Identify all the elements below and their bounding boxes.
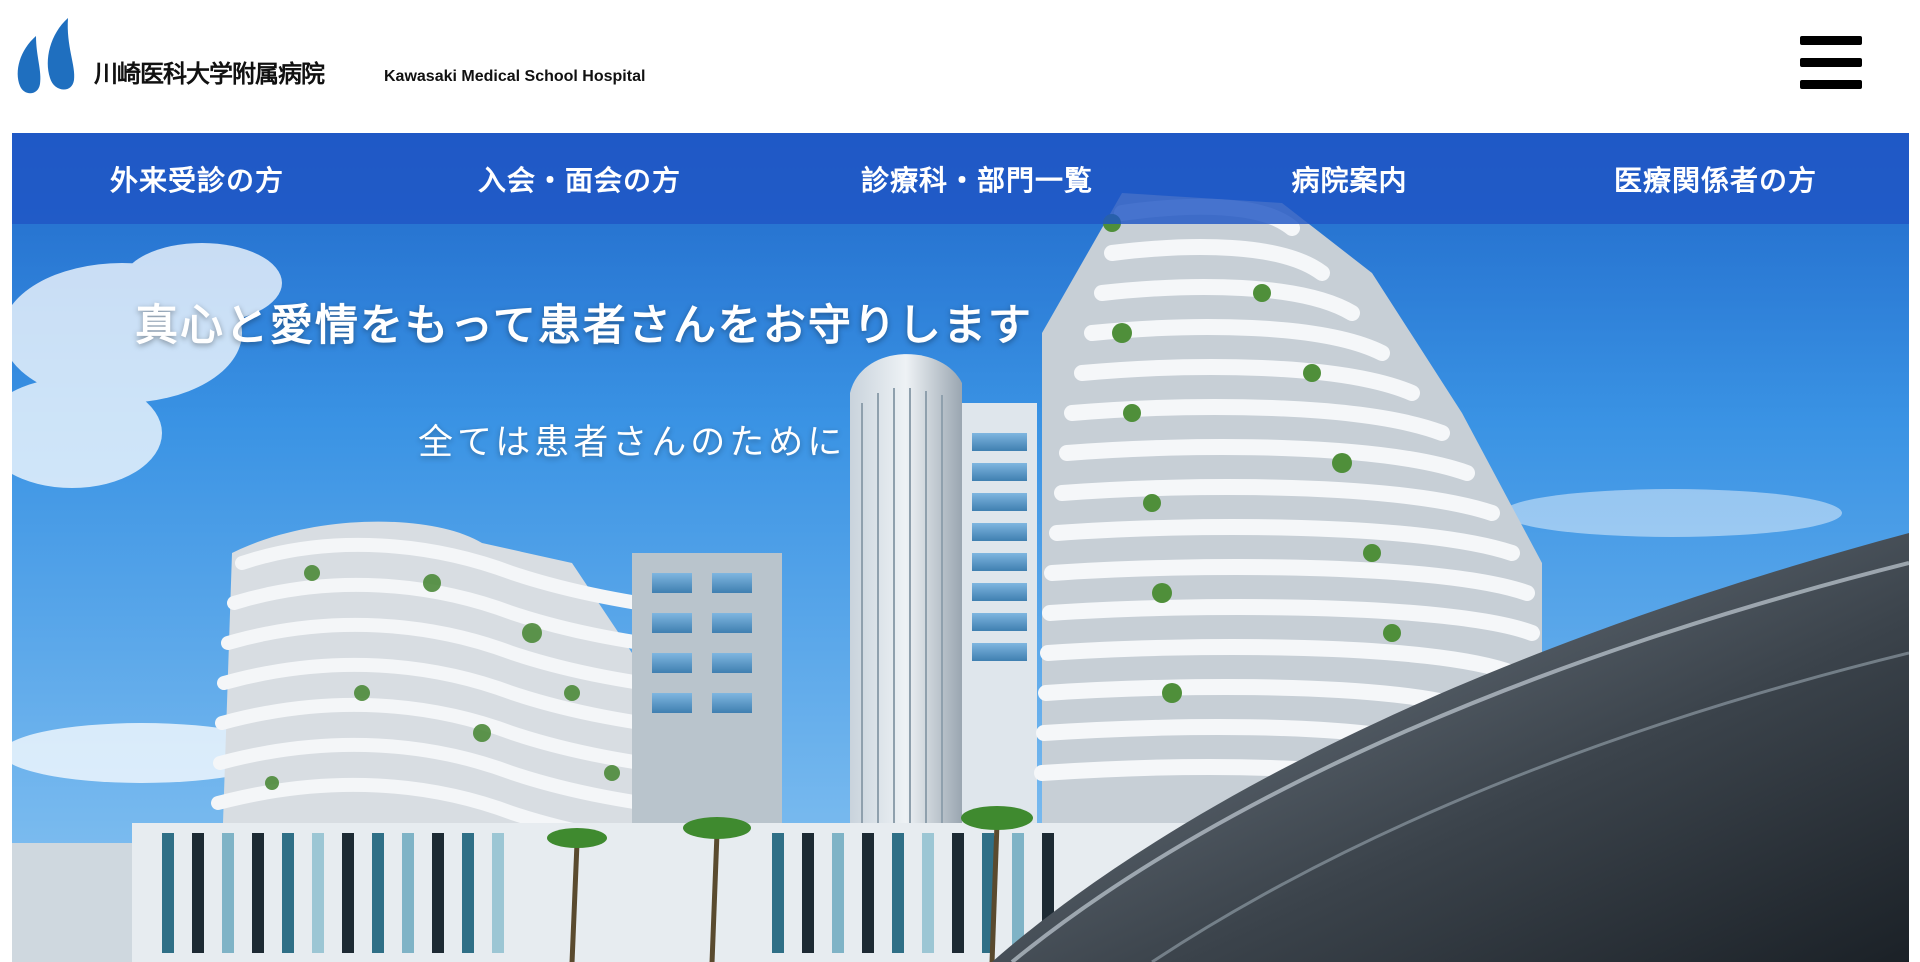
site-header: 川崎医科大学附属病院 Kawasaki Medical School Hospi… bbox=[0, 0, 1920, 133]
nav-item-medical-professionals[interactable]: 医療関係者の方 bbox=[1522, 159, 1909, 199]
nav-item-outpatient[interactable]: 外来受診の方 bbox=[12, 159, 382, 199]
logo-name-en: Kawasaki Medical School Hospital bbox=[384, 68, 646, 85]
main-nav: 外来受診の方 入会・面会の方 診療科・部門一覧 病院案内 医療関係者の方 bbox=[12, 133, 1909, 224]
hero-title: 真心と愛情をもって患者さんをお守りします bbox=[135, 301, 1033, 351]
hamburger-line bbox=[1800, 58, 1862, 67]
hero-section: 外来受診の方 入会・面会の方 診療科・部門一覧 病院案内 医療関係者の方 真心と… bbox=[12, 133, 1909, 962]
logo-name-ja: 川崎医科大学附属病院 bbox=[94, 60, 325, 88]
hospital-building-photo bbox=[12, 133, 1909, 962]
hospital-logo-mark-icon bbox=[17, 18, 75, 94]
hamburger-menu-icon[interactable] bbox=[1794, 32, 1864, 96]
nav-item-hospital-guide[interactable]: 病院案内 bbox=[1177, 159, 1522, 199]
site-logo[interactable]: 川崎医科大学附属病院 Kawasaki Medical School Hospi… bbox=[14, 16, 645, 98]
hamburger-line bbox=[1800, 36, 1862, 45]
hamburger-line bbox=[1800, 80, 1862, 89]
hero-subtitle: 全ては患者さんのために bbox=[418, 423, 847, 463]
nav-item-departments[interactable]: 診療科・部門一覧 bbox=[777, 159, 1177, 199]
nav-item-visitors[interactable]: 入会・面会の方 bbox=[382, 159, 777, 199]
